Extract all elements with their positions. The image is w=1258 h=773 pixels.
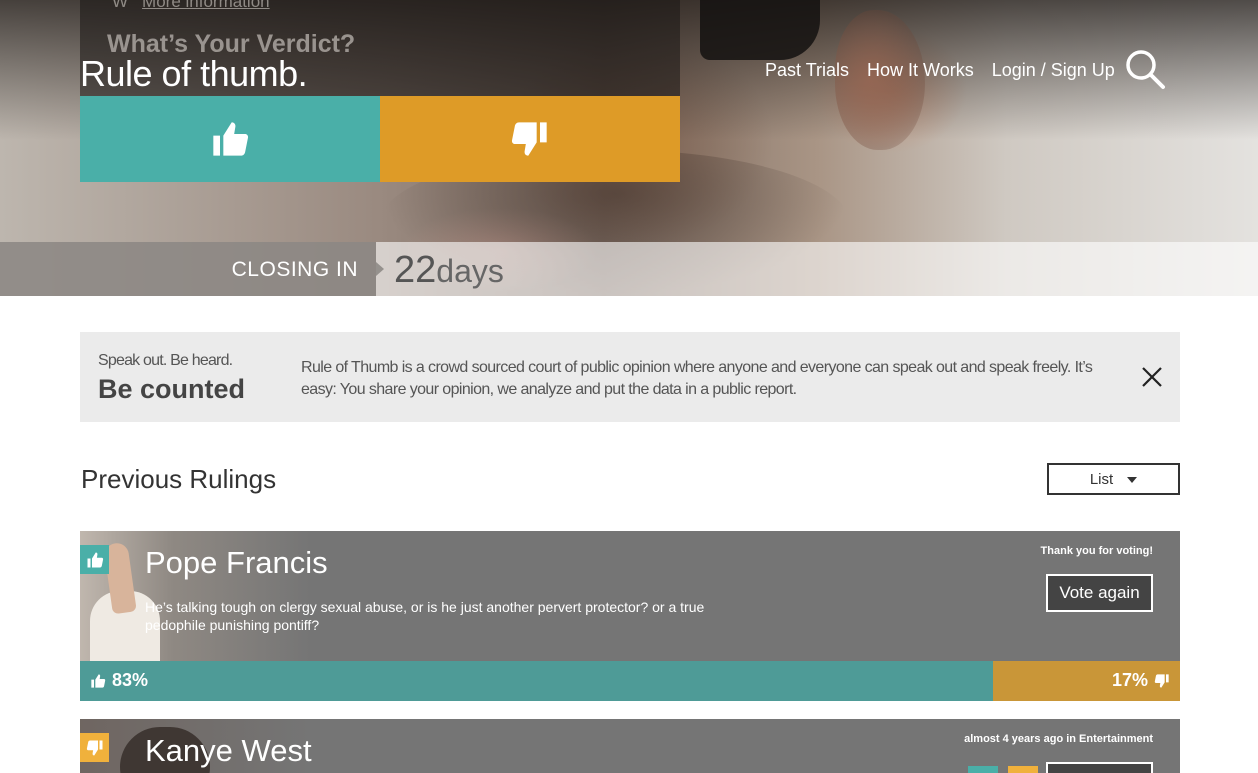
closing-label: CLOSING IN [231,258,358,281]
chevron-down-icon [1127,477,1138,483]
thumbs-up-icon [213,122,249,156]
thumbs-up-icon [87,552,103,567]
thumbs-down-icon [86,740,102,755]
more-info-prefix: W [112,0,129,11]
ruling-title[interactable]: Pope Francis [145,545,328,581]
info-banner: Speak out. Be heard. Be counted Rule of … [80,332,1180,422]
thumbs-up-icon [91,673,106,688]
ruling-card-pope-francis[interactable]: Pope Francis He’s talking tough on clerg… [80,531,1180,701]
closing-arrow-icon [376,262,384,276]
nav-how-it-works[interactable]: How It Works [867,60,974,81]
mini-vote-icons [968,766,1038,773]
banner-description: Rule of Thumb is a crowd sourced court o… [301,359,1093,398]
closing-value-panel [376,242,1258,296]
closing-label-panel: CLOSING IN [0,242,376,296]
result-bar-down: 17% [993,661,1180,701]
ruling-meta: Thank you for voting! [1040,545,1153,557]
more-info-link[interactable]: W More information [112,0,270,12]
vote-thumbs-up-button[interactable] [80,96,380,182]
banner-heading: Be counted [98,374,246,404]
nav-login-signup[interactable]: Login / Sign Up [992,60,1115,81]
ruling-badge-down [80,733,109,762]
thumbs-down-icon [511,122,547,156]
main-nav: Past Trials How It Works Login / Sign Up [765,60,1115,81]
result-up-label: 83% [90,670,148,691]
vote-again-button[interactable]: Vote again [1046,574,1153,612]
vote-thumbs-down-button[interactable] [380,96,680,182]
site-logo[interactable]: Rule of thumb. [80,53,308,95]
view-mode-value: List [1089,470,1114,488]
hero-glasses-shape [700,0,820,60]
closing-unit: days [436,253,504,289]
closing-number: 22 [394,249,437,291]
result-up-percent: 83% [112,670,149,690]
vote-button-partial[interactable] [1046,762,1153,773]
thumbs-down-icon [1154,673,1169,688]
closing-countdown: 22days [394,249,504,292]
result-bar-up: 83% [80,661,993,701]
search-icon [1126,50,1165,89]
result-down-label: 17% [1112,670,1170,691]
more-info-text[interactable]: More information [142,0,270,11]
view-mode-select[interactable]: List [1047,463,1180,495]
previous-rulings-heading: Previous Rulings [81,464,277,494]
banner-close-button[interactable] [1140,365,1164,389]
ruling-meta: almost 4 years ago in Entertainment [964,733,1153,745]
ruling-description: He’s talking tough on clergy sexual abus… [145,599,705,633]
ruling-title[interactable]: Kanye West [145,733,312,769]
ruling-badge-up [80,545,109,574]
banner-tagline: Speak out. Be heard. [98,352,233,369]
close-icon [1142,367,1162,387]
search-button[interactable] [1124,48,1166,90]
mini-thumbs-down-icon[interactable] [1008,766,1038,773]
mini-thumbs-up-icon[interactable] [968,766,998,773]
nav-past-trials[interactable]: Past Trials [765,60,849,81]
verdict-result-bar: 83% 17% [80,661,1180,701]
result-down-percent: 17% [1111,670,1148,690]
ruling-card-kanye-west[interactable]: Kanye West almost 4 years ago in Enterta… [80,719,1180,773]
